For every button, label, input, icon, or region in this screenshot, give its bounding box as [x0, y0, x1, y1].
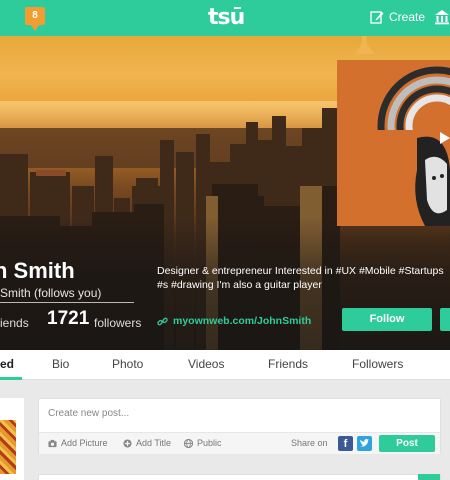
notification-badge[interactable]: 8	[25, 7, 45, 31]
active-tab-indicator	[0, 377, 22, 380]
add-title-label: Add Title	[136, 438, 172, 448]
share-on-label: Share on	[291, 438, 328, 448]
followers-label[interactable]: followers	[94, 316, 141, 330]
tab-friends[interactable]: Friends	[268, 357, 308, 371]
camera-icon	[48, 439, 57, 447]
profile-name: n Smith	[0, 258, 75, 283]
globe-icon	[184, 438, 193, 448]
new-post-input[interactable]: Create new post...	[48, 408, 129, 419]
add-title-button[interactable]: Add Title	[123, 438, 171, 448]
bank-icon[interactable]	[434, 9, 450, 25]
create-label: Create	[389, 10, 426, 24]
profile-bio: Designer & entrepreneur Interested in #U…	[157, 265, 444, 291]
plus-circle-icon	[123, 438, 132, 448]
post-button[interactable]: Post	[379, 435, 435, 452]
add-picture-label: Add Picture	[61, 438, 108, 448]
link-icon	[157, 317, 168, 325]
profile-tabs: ed Bio Photo Videos Friends Followers	[0, 350, 450, 380]
feed-post-card	[38, 474, 441, 480]
follow-button[interactable]: Follow	[342, 308, 432, 331]
divider	[0, 302, 134, 303]
tab-feed[interactable]: ed	[0, 357, 14, 371]
add-picture-button[interactable]: Add Picture	[48, 438, 108, 448]
create-button[interactable]: Create	[370, 10, 425, 24]
friends-label[interactable]: iends	[0, 316, 29, 330]
tsu-logo[interactable]: tsū	[208, 5, 245, 30]
twitter-share-button[interactable]	[357, 436, 372, 451]
tab-bio[interactable]: Bio	[52, 357, 69, 371]
top-bar: 8 tsū Create	[0, 0, 450, 36]
facebook-share-button[interactable]: f	[338, 436, 353, 451]
side-card	[0, 398, 24, 480]
post-corner-tag	[418, 474, 440, 480]
twitter-icon	[360, 439, 370, 447]
tab-followers[interactable]: Followers	[352, 357, 403, 371]
secondary-action-button[interactable]	[440, 308, 450, 331]
followers-count[interactable]: 1721	[47, 308, 89, 330]
post-composer: Create new post... Add Picture Add Title	[38, 398, 441, 454]
visibility-button[interactable]: Public	[184, 438, 222, 448]
profile-username: Smith (follows you)	[0, 286, 102, 300]
website-link[interactable]: myownweb.com/JohnSmith	[157, 315, 311, 327]
tab-videos[interactable]: Videos	[188, 357, 224, 371]
tab-photo[interactable]: Photo	[112, 357, 143, 371]
pencil-icon	[370, 11, 384, 24]
side-thumbnail[interactable]	[0, 420, 16, 474]
profile-avatar[interactable]	[337, 60, 450, 226]
website-url: myownweb.com/JohnSmith	[173, 315, 312, 327]
visibility-label: Public	[197, 438, 222, 448]
avatar-art	[337, 60, 450, 226]
composer-toolbar: Add Picture Add Title Public Share on f	[39, 432, 440, 454]
cover-photo: n Smith Smith (follows you) iends 1721 f…	[0, 36, 450, 350]
